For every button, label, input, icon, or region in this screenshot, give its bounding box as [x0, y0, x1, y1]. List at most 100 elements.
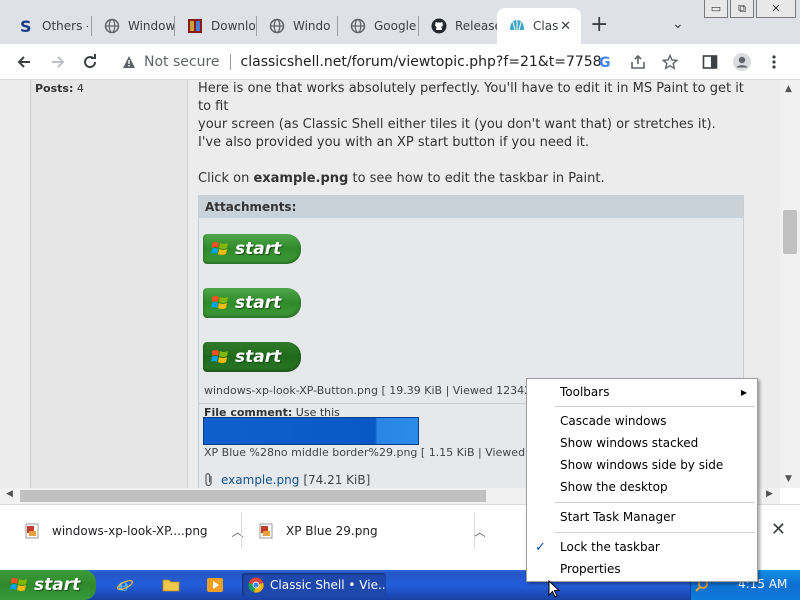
scroll-thumb[interactable] — [783, 210, 797, 254]
scroll-right-icon[interactable]: ▶ — [766, 489, 773, 499]
close-tab-icon[interactable]: ✕ — [560, 19, 571, 34]
tab-title: Windo — [293, 19, 331, 33]
post-line: your screen (as Classic Shell either til… — [198, 117, 716, 132]
tab-others[interactable]: S Others - — [6, 8, 88, 44]
tab-classic-shell[interactable]: Clas ✕ — [497, 8, 581, 44]
example-link[interactable]: example.png — [221, 473, 299, 487]
tab-title: Others - — [42, 19, 88, 33]
menu-item-cascade[interactable]: Cascade windows — [527, 410, 757, 432]
submenu-arrow-icon: ▶ — [740, 387, 747, 397]
forward-button[interactable] — [46, 50, 70, 74]
windows-flag-icon — [211, 242, 228, 255]
xp-start-button-image[interactable]: start — [203, 342, 301, 372]
close-window-button[interactable]: ✕ — [756, 0, 796, 18]
tab-windows[interactable]: Windo — [257, 8, 337, 44]
forward-arrow-icon — [52, 56, 65, 68]
tab-release[interactable]: Release — [419, 8, 497, 44]
profile-avatar-icon[interactable] — [732, 52, 752, 72]
menu-item-task-manager[interactable]: Start Task Manager — [527, 506, 757, 528]
shell-icon — [509, 18, 525, 34]
download-item[interactable]: windows-xp-look-XP....png ︿ — [0, 505, 244, 557]
globe-icon — [104, 18, 120, 34]
internet-explorer-icon[interactable]: e — [116, 576, 134, 594]
example-attachment: example.png [74.21 KiB] — [203, 472, 370, 488]
scroll-down-icon[interactable]: ▼ — [785, 474, 792, 484]
windows-flag-icon — [211, 296, 228, 309]
xp-start-button-image[interactable]: start — [203, 288, 301, 318]
google-lens-icon[interactable]: G — [596, 52, 616, 72]
taskbar-button-classic-shell[interactable]: Classic Shell • Vie... — [242, 573, 386, 597]
close-download-bar-button[interactable]: ✕ — [771, 519, 786, 540]
scroll-left-icon[interactable]: ◀ — [6, 489, 13, 499]
post-line: I've also provided you with an XP start … — [198, 135, 590, 150]
warning-icon — [123, 56, 135, 68]
tab-list-button[interactable]: ⌄ — [672, 16, 684, 32]
menu-item-label: Show windows side by side — [560, 458, 724, 472]
taskbar-context-menu: Toolbars ▶ Cascade windows Show windows … — [526, 378, 758, 582]
menu-item-stacked[interactable]: Show windows stacked — [527, 432, 757, 454]
url-text[interactable]: classicshell.net/forum/viewtopic.php?f=2… — [241, 54, 602, 70]
menu-item-label: Show windows stacked — [560, 436, 699, 450]
tab-download[interactable]: Downlo — [175, 8, 255, 44]
s-logo-icon: S — [18, 18, 34, 34]
file-info: XP Blue %28no middle border%29.png [ 1.1… — [204, 446, 550, 459]
start-button[interactable]: start — [0, 570, 96, 600]
download-item[interactable]: XP Blue 29.png ︿ — [234, 505, 486, 557]
tab-google[interactable]: Google — [338, 8, 418, 44]
vertical-scrollbar[interactable]: ▲ ▼ — [780, 80, 800, 488]
start-label: start — [34, 575, 81, 595]
example-size: [74.21 KiB] — [303, 473, 371, 487]
menu-separator — [555, 406, 755, 407]
paperclip-icon — [205, 473, 212, 487]
posts-count: Posts: 4 — [35, 82, 84, 95]
github-icon — [431, 18, 447, 34]
start-label: start — [235, 347, 282, 367]
menu-item-show-desktop[interactable]: Show the desktop — [527, 476, 757, 498]
back-button[interactable] — [12, 50, 36, 74]
reload-button[interactable] — [78, 50, 102, 74]
archive-icon — [187, 18, 203, 34]
menu-item-properties[interactable]: Properties — [527, 558, 757, 580]
scroll-thumb[interactable] — [20, 490, 486, 502]
tab-window[interactable]: Window — [92, 8, 174, 44]
menu-item-side-by-side[interactable]: Show windows side by side — [527, 454, 757, 476]
share-icon[interactable] — [628, 52, 648, 72]
image-file-icon — [259, 523, 273, 539]
bookmark-star-icon[interactable] — [660, 52, 680, 72]
url-divider — [229, 54, 231, 70]
start-label: start — [235, 293, 282, 313]
windows-flag-icon — [211, 350, 228, 363]
tab-title: Google — [374, 19, 417, 33]
menu-kebab-icon[interactable] — [764, 52, 784, 72]
menu-item-label: Start Task Manager — [560, 510, 676, 524]
tab-title: Clas — [533, 19, 559, 33]
media-player-icon[interactable] — [206, 576, 224, 594]
xp-start-button-image[interactable]: start — [203, 234, 301, 264]
menu-item-toolbars[interactable]: Toolbars ▶ — [527, 381, 757, 403]
attachments-header: Attachments: — [199, 196, 743, 218]
side-panel-icon[interactable] — [700, 52, 720, 72]
menu-item-label: Show the desktop — [560, 480, 668, 494]
scroll-up-icon[interactable]: ▲ — [785, 84, 792, 94]
download-separator — [474, 513, 475, 549]
post-body: Here is one that works absolutely perfec… — [198, 80, 758, 188]
chevron-up-icon[interactable]: ︿ — [474, 523, 486, 540]
browser-toolbar: Not secure classicshell.net/forum/viewto… — [0, 44, 800, 80]
download-filename: XP Blue 29.png — [286, 524, 378, 538]
xp-blue-taskbar-image[interactable] — [203, 417, 419, 445]
window-controls: ▭ ⧉ ✕ — [704, 0, 796, 18]
file-explorer-icon[interactable] — [162, 576, 180, 594]
globe-icon — [350, 18, 366, 34]
menu-item-label: Lock the taskbar — [560, 540, 660, 554]
new-tab-button[interactable]: + — [590, 14, 608, 36]
minimize-button[interactable]: ▭ — [704, 0, 728, 18]
restore-button[interactable]: ⧉ — [730, 0, 754, 18]
start-label: start — [235, 239, 282, 259]
windows-flag-icon — [10, 578, 27, 591]
posts-value: 4 — [76, 82, 84, 95]
chrome-icon — [248, 577, 264, 593]
svg-text:S: S — [20, 18, 32, 34]
security-label[interactable]: Not secure — [144, 54, 220, 70]
reload-icon — [84, 54, 97, 69]
menu-item-lock-taskbar[interactable]: ✓ Lock the taskbar — [527, 536, 757, 558]
